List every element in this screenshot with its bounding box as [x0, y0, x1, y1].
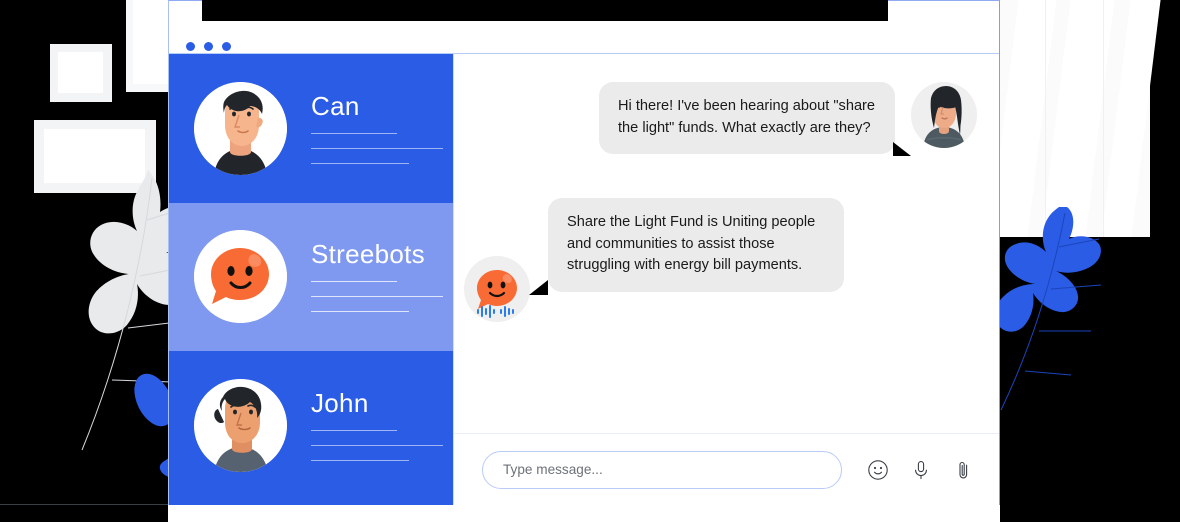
- window-bottom-strip: [168, 505, 1000, 522]
- message-input-placeholder: Type message...: [503, 462, 603, 477]
- composer-tools: [867, 459, 975, 481]
- background-panel-right: [989, 0, 1161, 237]
- message-text: Hi there! I've been hearing about "share…: [618, 98, 876, 136]
- sidebar-item-label: Can: [311, 90, 360, 121]
- message-bubble: Share the Light Fund is Uniting people a…: [529, 198, 844, 295]
- window-dot-maximize-icon[interactable]: [222, 42, 231, 51]
- conversation-sidebar: Can Streebots John: [169, 54, 453, 505]
- window-body: Can Streebots John Hi there! I've been h…: [169, 54, 999, 505]
- message-composer: Type message...: [454, 433, 999, 505]
- woman-long-hair-avatar: [911, 82, 977, 148]
- blue-leaf-decoration: [995, 207, 1102, 411]
- avatar-wrap: [464, 256, 530, 323]
- background-frame-small: [50, 44, 112, 102]
- background-hairline: [0, 504, 168, 505]
- microphone-icon[interactable]: [910, 459, 932, 481]
- placeholder-line: [311, 429, 397, 431]
- orange-chatbot-avatar: [464, 256, 530, 323]
- sidebar-item-label: John: [311, 387, 369, 418]
- avatar: [194, 378, 287, 472]
- avatar: [194, 81, 287, 175]
- sidebar-item-meta: Streebots: [311, 239, 465, 313]
- sidebar-item-streebots[interactable]: Streebots: [169, 202, 453, 351]
- avatar: [464, 256, 530, 323]
- message-outgoing: Hi there! I've been hearing about "share…: [464, 82, 977, 157]
- avatar: [194, 230, 287, 324]
- placeholder-line: [311, 147, 443, 149]
- chat-pane: Hi there! I've been hearing about "share…: [453, 54, 999, 505]
- window-dot-close-icon[interactable]: [186, 42, 195, 51]
- placeholder-line: [311, 132, 397, 134]
- orange-chatbot-avatar: [194, 230, 287, 324]
- window-controls[interactable]: [186, 42, 231, 51]
- emoji-smiley-icon[interactable]: [867, 459, 889, 481]
- man-dark-hair-avatar: [194, 81, 287, 175]
- chat-app-window: Can Streebots John Hi there! I've been h…: [168, 0, 1000, 505]
- message-incoming: Share the Light Fund is Uniting people a…: [464, 198, 977, 323]
- top-occlusion-bar: [202, 0, 888, 21]
- placeholder-line: [311, 444, 443, 446]
- bubble-tail: [529, 279, 548, 295]
- man-curly-hair-avatar: [194, 378, 287, 472]
- placeholder-line: [311, 162, 409, 164]
- placeholder-line: [311, 296, 443, 298]
- bubble-tail: [893, 142, 911, 157]
- illustration-stage: Can Streebots John Hi there! I've been h…: [0, 0, 1180, 522]
- avatar-wrap: [911, 82, 977, 148]
- sidebar-item-meta: Can: [311, 93, 465, 164]
- sidebar-item-label: Streebots: [311, 239, 425, 270]
- sidebar-item-john[interactable]: John: [169, 351, 453, 500]
- message-thread: Hi there! I've been hearing about "share…: [454, 54, 999, 433]
- message-bubble: Hi there! I've been hearing about "share…: [599, 82, 911, 157]
- message-text: Share the Light Fund is Uniting people a…: [567, 214, 816, 274]
- message-input[interactable]: Type message...: [482, 450, 842, 489]
- placeholder-line: [311, 459, 409, 461]
- avatar: [911, 82, 977, 148]
- sidebar-item-can[interactable]: Can: [169, 54, 453, 203]
- placeholder-line: [311, 311, 409, 313]
- placeholder-line: [311, 281, 397, 283]
- sidebar-item-meta: John: [311, 390, 465, 461]
- window-dot-minimize-icon[interactable]: [204, 42, 213, 51]
- paperclip-icon[interactable]: [953, 459, 975, 481]
